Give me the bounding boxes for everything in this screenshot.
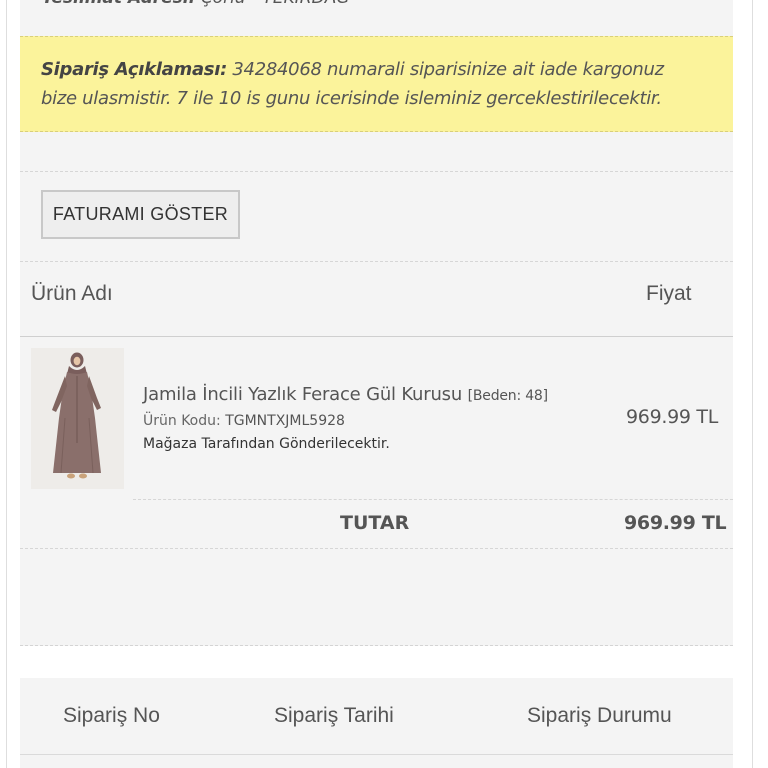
table-header-divider [20, 336, 733, 337]
divider [20, 548, 733, 549]
product-code: Ürün Kodu: TGMNTXJML5928 [143, 413, 345, 429]
page-border-right [752, 0, 753, 768]
delivery-address-value: Çorlu - TEKİRDAĞ [201, 0, 350, 8]
product-name[interactable]: Jamila İncili Yazlık Ferace Gül Kurusu [… [143, 384, 548, 405]
order-note-label: Sipariş Açıklaması: [41, 59, 227, 80]
product-image[interactable] [31, 348, 124, 489]
total-value: 969.99 TL [624, 512, 727, 534]
dress-photo-icon [31, 348, 124, 489]
column-header-order-no: Sipariş No [63, 704, 160, 727]
order-note-box: Sipariş Açıklaması: 34284068 numarali si… [20, 36, 733, 132]
total-label: TUTAR [340, 512, 410, 534]
divider [133, 499, 733, 500]
page-border-left [6, 0, 7, 768]
product-name-text: Jamila İncili Yazlık Ferace Gül Kurusu [143, 384, 463, 405]
divider [20, 171, 733, 172]
product-price: 969.99 TL [626, 406, 719, 428]
column-header-order-date: Sipariş Tarihi [274, 704, 394, 727]
orders-table-header-divider [20, 754, 733, 755]
product-code-label: Ürün Kodu: [143, 413, 221, 429]
delivery-address-label: Teslimat Adresi: [42, 0, 195, 8]
delivery-address: Teslimat Adresi: Çorlu - TEKİRDAĞ [42, 0, 350, 8]
product-code-value: TGMNTXJML5928 [225, 413, 345, 429]
column-header-order-status: Sipariş Durumu [527, 704, 672, 727]
shipping-note: Mağaza Tarafından Gönderilecektir. [143, 436, 390, 452]
order-detail-card: Teslimat Adresi: Çorlu - TEKİRDAĞ Sipari… [20, 0, 733, 646]
column-header-price: Fiyat [646, 282, 692, 305]
order-note: Sipariş Açıklaması: 34284068 numarali si… [41, 55, 681, 113]
column-header-product: Ürün Adı [31, 282, 113, 305]
product-size: [Beden: 48] [467, 388, 548, 404]
show-invoice-button[interactable]: FATURAMI GÖSTER [41, 190, 240, 239]
divider [20, 261, 733, 262]
